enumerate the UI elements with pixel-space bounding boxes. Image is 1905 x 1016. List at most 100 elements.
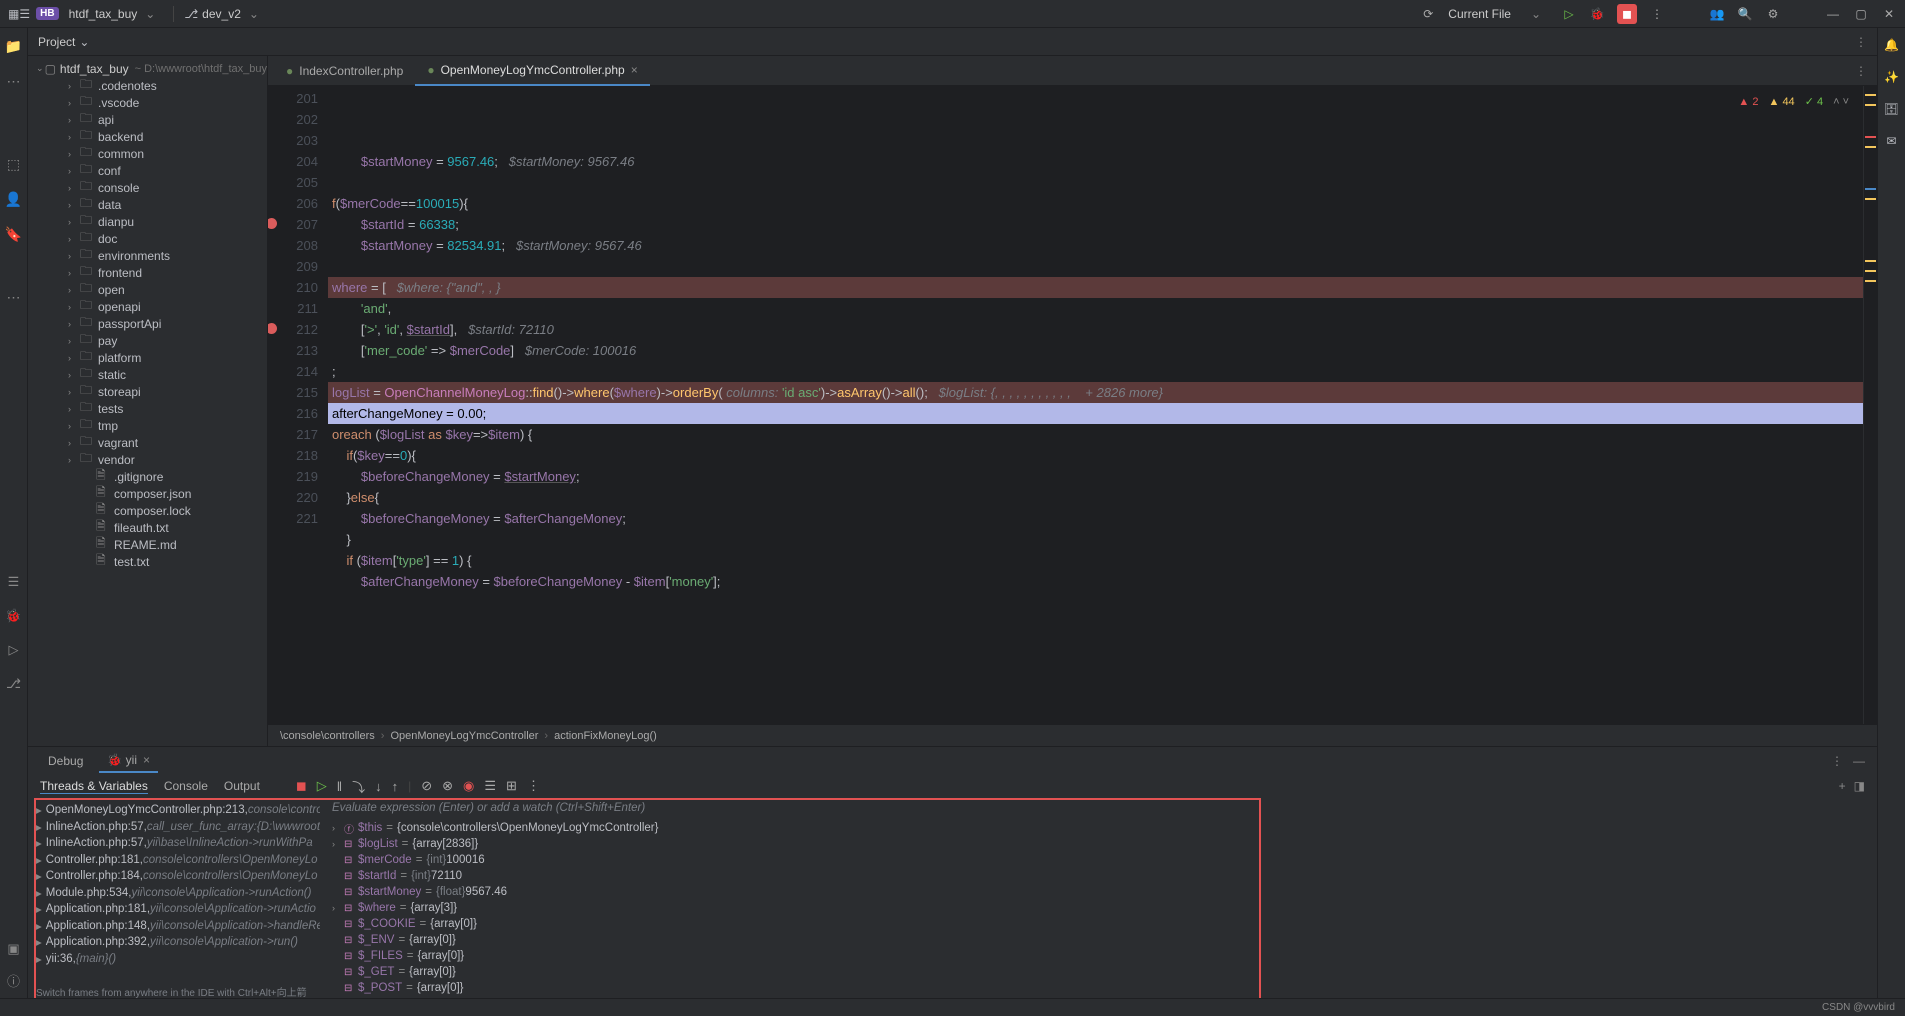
- tree-folder[interactable]: ›🗀static: [28, 366, 267, 383]
- evaluate-icon[interactable]: ⊘: [421, 778, 432, 794]
- stack-frame[interactable]: ▸InlineAction.php:57, yii\base\InlineAct…: [36, 835, 312, 852]
- variable-row[interactable]: ⊟$_COOKIE={array[0]}: [328, 916, 1869, 932]
- resume-icon[interactable]: ▷: [317, 778, 327, 794]
- avatar-icon[interactable]: 👤: [5, 191, 22, 208]
- stop-icon[interactable]: ◼: [296, 778, 307, 794]
- layout-icon[interactable]: ⊞: [506, 778, 517, 794]
- tree-folder[interactable]: ›🗀pay: [28, 332, 267, 349]
- frames-panel[interactable]: ▸OpenMoneyLogYmcController.php:213, cons…: [28, 798, 320, 1016]
- stack-frame[interactable]: ▸Controller.php:184, console\controllers…: [36, 868, 312, 885]
- stack-frame[interactable]: ▸InlineAction.php:57, call_user_func_arr…: [36, 819, 312, 836]
- stack-frame[interactable]: ▸Application.php:392, yii\console\Applic…: [36, 934, 312, 951]
- variable-row[interactable]: ›⊟$where={array[3]}: [328, 900, 1869, 916]
- tree-folder[interactable]: ›🗀tests: [28, 400, 267, 417]
- debug-tab[interactable]: Debug: [40, 750, 91, 772]
- tree-file[interactable]: 🗎fileauth.txt: [28, 519, 267, 536]
- mute-bp-icon[interactable]: ⊗: [442, 778, 453, 794]
- stack-frame[interactable]: ▸Application.php:148, yii\console\Applic…: [36, 918, 312, 935]
- tree-file[interactable]: 🗎.gitignore: [28, 468, 267, 485]
- database-icon[interactable]: 🗄: [1884, 102, 1899, 116]
- tree-folder[interactable]: ›🗀api: [28, 111, 267, 128]
- more-icon[interactable]: ⋮: [1831, 754, 1843, 768]
- variable-row[interactable]: ⊟$startMoney={float} 9567.46: [328, 884, 1869, 900]
- tree-folder[interactable]: ›🗀conf: [28, 162, 267, 179]
- error-stripe[interactable]: [1863, 86, 1877, 724]
- tree-folder[interactable]: ›🗀open: [28, 281, 267, 298]
- project-tree[interactable]: ⌄▢htdf_tax_buy~ D:\wwwroot\htdf_tax_buy ›…: [28, 56, 268, 746]
- tree-folder[interactable]: ›🗀platform: [28, 349, 267, 366]
- close-icon[interactable]: ✕: [1881, 6, 1897, 22]
- variable-row[interactable]: ⊟$_FILES={array[0]}: [328, 948, 1869, 964]
- chevron-down-icon[interactable]: ⌄: [145, 7, 155, 21]
- stack-frame[interactable]: ▸Controller.php:181, console\controllers…: [36, 852, 312, 869]
- more-icon[interactable]: ⋮: [1855, 64, 1867, 78]
- tree-folder[interactable]: ›🗀openapi: [28, 298, 267, 315]
- variables-panel[interactable]: Evaluate expression (Enter) or add a wat…: [320, 798, 1877, 1016]
- output-tab[interactable]: Output: [224, 779, 260, 793]
- evaluate-input[interactable]: Evaluate expression (Enter) or add a wat…: [328, 802, 1869, 820]
- stack-frame[interactable]: ▸yii:36, {main}(): [36, 951, 312, 968]
- threads-vars-tab[interactable]: Threads & Variables: [40, 779, 148, 794]
- problems-icon[interactable]: ⓘ: [7, 971, 20, 990]
- variable-row[interactable]: ›⊟$logList={array[2836]}: [328, 836, 1869, 852]
- tree-folder[interactable]: ›🗀frontend: [28, 264, 267, 281]
- more-icon[interactable]: ⋮: [1855, 35, 1867, 49]
- debug-tw-icon[interactable]: 🐞: [5, 608, 21, 624]
- add-watch-icon[interactable]: +: [1839, 779, 1846, 793]
- project-name[interactable]: htdf_tax_buy: [69, 7, 138, 21]
- tree-folder[interactable]: ›🗀environments: [28, 247, 267, 264]
- tree-folder[interactable]: ›🗀backend: [28, 128, 267, 145]
- git-tw-icon[interactable]: ⎇: [6, 676, 21, 692]
- stack-frame[interactable]: ▸OpenMoneyLogYmcController.php:213, cons…: [36, 802, 312, 819]
- ellipsis-icon[interactable]: ⋯: [7, 73, 21, 90]
- editor-tab[interactable]: ●OpenMoneyLogYmcController.php×: [415, 56, 649, 86]
- structure-icon[interactable]: ⬚: [7, 156, 20, 173]
- variable-row[interactable]: ›ⓕ$this={console\controllers\OpenMoneyLo…: [328, 820, 1869, 836]
- todo-icon[interactable]: ☰: [8, 574, 20, 590]
- tree-folder[interactable]: ›🗀data: [28, 196, 267, 213]
- step-out-icon[interactable]: ↑: [392, 779, 399, 794]
- inspection-widget[interactable]: ▲ 2 ▲ 44 ✓ 4 ˄ ˅: [1734, 92, 1853, 113]
- bookmark-icon[interactable]: 🔖: [5, 226, 22, 243]
- more-icon[interactable]: ⋮: [1649, 6, 1665, 22]
- close-icon[interactable]: ×: [143, 753, 150, 767]
- code-with-me-icon[interactable]: 👥: [1709, 6, 1725, 22]
- search-icon[interactable]: 🔍: [1737, 6, 1753, 22]
- run-config-selector[interactable]: Current File: [1448, 7, 1511, 21]
- variable-row[interactable]: ⊟$_GET={array[0]}: [328, 964, 1869, 980]
- pause-icon[interactable]: ‖: [337, 779, 342, 794]
- variable-row[interactable]: ⊟$merCode={int} 100016: [328, 852, 1869, 868]
- minimize-icon[interactable]: —: [1853, 754, 1865, 768]
- settings-icon[interactable]: ⚙: [1765, 6, 1781, 22]
- update-icon[interactable]: ⟳: [1420, 6, 1436, 22]
- tree-root[interactable]: ⌄▢htdf_tax_buy~ D:\wwwroot\htdf_tax_buy: [28, 60, 267, 77]
- tree-folder[interactable]: ›🗀vagrant: [28, 434, 267, 451]
- debug-icon[interactable]: 🐞: [1589, 6, 1605, 22]
- tree-file[interactable]: 🗎REAME.md: [28, 536, 267, 553]
- tree-folder[interactable]: ›🗀console: [28, 179, 267, 196]
- tree-folder[interactable]: ›🗀doc: [28, 230, 267, 247]
- tree-file[interactable]: 🗎test.txt: [28, 553, 267, 570]
- step-over-icon[interactable]: ⤵: [352, 777, 365, 796]
- breadcrumb[interactable]: \console\controllers›OpenMoneyLogYmcCont…: [268, 724, 1877, 746]
- notifications-icon[interactable]: 🔔: [1884, 38, 1899, 52]
- yii-tab[interactable]: 🐞 yii×: [99, 749, 158, 773]
- code-editor[interactable]: 2012022032042052062072082092102112122132…: [268, 86, 1877, 724]
- layout-icon[interactable]: ◨: [1854, 779, 1865, 793]
- tree-folder[interactable]: ›🗀storeapi: [28, 383, 267, 400]
- view-bp-icon[interactable]: ◉: [463, 778, 474, 794]
- run-tw-icon[interactable]: ▷: [9, 642, 19, 658]
- tree-folder[interactable]: ›🗀vendor: [28, 451, 267, 468]
- console-tab[interactable]: Console: [164, 779, 208, 793]
- terminal-icon[interactable]: ▣: [7, 941, 19, 957]
- tree-folder[interactable]: ›🗀common: [28, 145, 267, 162]
- tree-file[interactable]: 🗎composer.lock: [28, 502, 267, 519]
- tree-folder[interactable]: ›🗀passportApi: [28, 315, 267, 332]
- chevron-down-icon[interactable]: ⌄: [249, 7, 259, 21]
- more-icon[interactable]: ⋮: [527, 778, 540, 794]
- minimize-icon[interactable]: —: [1825, 6, 1841, 22]
- ai-icon[interactable]: ✨: [1884, 70, 1899, 84]
- stack-frame[interactable]: ▸Application.php:181, yii\console\Applic…: [36, 901, 312, 918]
- mail-icon[interactable]: ✉: [1886, 134, 1896, 148]
- close-icon[interactable]: ×: [631, 63, 638, 77]
